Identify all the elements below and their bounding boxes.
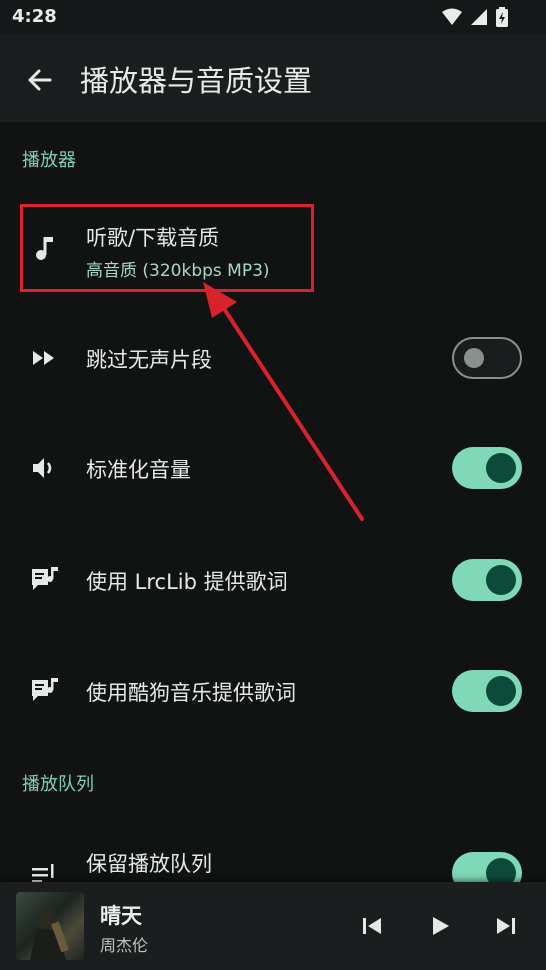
- album-cover[interactable]: [16, 892, 84, 960]
- annotation-arrow: [203, 282, 364, 521]
- play-icon[interactable]: [426, 912, 454, 940]
- song-title: 晴天: [100, 904, 142, 928]
- mini-player[interactable]: 晴天 周杰伦: [0, 882, 546, 970]
- skip-next-icon[interactable]: [492, 912, 520, 940]
- skip-previous-icon[interactable]: [358, 912, 386, 940]
- song-artist: 周杰伦: [100, 936, 149, 955]
